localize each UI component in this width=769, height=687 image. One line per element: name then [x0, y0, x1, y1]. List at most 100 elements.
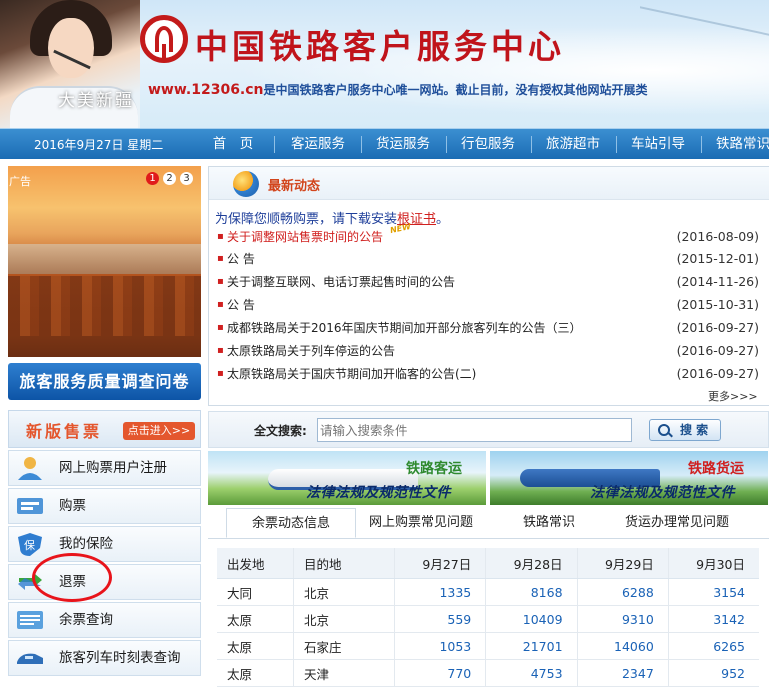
col-date-3: 9月29日 [577, 548, 669, 579]
menu-train-schedule[interactable]: 旅客列车时刻表查询 [8, 640, 201, 676]
news-item-title[interactable]: 公 告 [227, 248, 255, 270]
new-ticket-title: 新版售票 [26, 422, 103, 441]
cell-origin: 大同 [217, 578, 294, 606]
menu-label: 旅客列车时刻表查询 [59, 650, 181, 666]
notice-prefix: 为保障您顺畅购票，请下载安装 [215, 212, 398, 227]
cell-count[interactable]: 14060 [577, 632, 669, 660]
tab-remaining-ticket-info[interactable]: 余票动态信息 [226, 508, 356, 538]
search-button-label: 搜 索 [680, 423, 709, 437]
ad-banner-text: 大美新疆 [58, 91, 134, 111]
more-news-link[interactable]: 更多>>> [708, 388, 758, 404]
cell-destination: 北京 [293, 578, 395, 606]
ad-page-1[interactable]: 1 [146, 172, 159, 185]
new-ticket-panel: 新版售票 点击进入>> [8, 410, 201, 448]
cell-count[interactable]: 1335 [394, 578, 487, 606]
train-schedule-icon [17, 653, 43, 664]
cell-count[interactable]: 9310 [577, 605, 669, 633]
nav-station-guide[interactable]: 车站引导 [619, 129, 697, 159]
news-item-title[interactable]: 关于调整互联网、电话订票起售时间的公告 [227, 271, 455, 293]
table-row: 太原 石家庄 1053 21701 14060 6265 [217, 632, 759, 660]
search-input[interactable] [317, 418, 632, 442]
news-item-title[interactable]: 成都铁路局关于2016年国庆节期间加开部分旅客列车的公告（三） [227, 317, 582, 339]
news-item[interactable]: ▪ 成都铁路局关于2016年国庆节期间加开部分旅客列车的公告（三） (2016-… [217, 317, 759, 339]
remaining-tickets-icon [17, 611, 43, 629]
remaining-ticket-table: 出发地 目的地 9月27日 9月28日 9月29日 9月30日 大同 北京 13… [217, 548, 759, 687]
cell-count[interactable]: 3154 [668, 578, 759, 606]
cell-count[interactable]: 4753 [485, 659, 578, 687]
cell-destination: 石家庄 [293, 632, 395, 660]
insurance-shield-icon: 保 [18, 533, 42, 556]
news-item-date: (2015-12-01) [676, 251, 759, 266]
cell-count[interactable]: 770 [394, 659, 487, 687]
passenger-law-banner[interactable]: 铁路客运 法律法规及规范性文件 [208, 451, 486, 505]
cell-count[interactable]: 3142 [668, 605, 759, 633]
table-row: 太原 天津 770 4753 2347 952 [217, 659, 759, 687]
ad-page-2[interactable]: 2 [163, 172, 176, 185]
cell-count[interactable]: 559 [394, 605, 487, 633]
news-item-date: (2016-08-09) [676, 229, 759, 244]
cell-count[interactable]: 952 [668, 659, 759, 687]
news-item[interactable]: ▪ 公 告 (2015-12-01) [217, 248, 759, 270]
survey-button[interactable]: 旅客服务质量调查问卷 [8, 363, 201, 400]
ad-tag: 广告 [9, 175, 31, 188]
news-item[interactable]: ▪ 关于调整互联网、电话订票起售时间的公告 (2014-11-26) [217, 271, 759, 293]
user-register-icon [18, 457, 42, 480]
cell-count[interactable]: 6288 [577, 578, 669, 606]
banner-title: 铁路货运 [688, 461, 744, 477]
root-cert-notice: 为保障您顺畅购票，请下载安装根证书。 [215, 208, 449, 227]
url-notice-text: 是中国铁路客户服务中心唯一网站。截止目前，没有授权其他网站开展类 [263, 83, 648, 97]
news-item[interactable]: ▪ 关于调整网站售票时间的公告 (2016-08-09) [217, 226, 759, 248]
news-item-title[interactable]: 关于调整网站售票时间的公告 [227, 226, 383, 248]
news-item-date: (2016-09-27) [676, 343, 759, 358]
news-item-title[interactable]: 太原铁路局关于国庆节期间加开临客的公告(二) [227, 363, 476, 385]
freight-law-banner[interactable]: 铁路货运 法律法规及规范性文件 [490, 451, 768, 505]
menu-remaining-tickets[interactable]: 余票查询 [8, 602, 201, 638]
cell-destination: 北京 [293, 605, 395, 633]
ad-page-3[interactable]: 3 [180, 172, 193, 185]
ticket-icon [17, 498, 43, 514]
menu-buy-ticket[interactable]: 购票 [8, 488, 201, 524]
refund-annotation-circle [32, 553, 112, 602]
nav-railway-knowledge[interactable]: 铁路常识 [704, 129, 769, 159]
cell-count[interactable]: 1053 [394, 632, 487, 660]
news-item[interactable]: ▪ 公 告 (2015-10-31) [217, 294, 759, 316]
tab-freight-faq[interactable]: 货运办理常见问题 [612, 508, 742, 538]
tab-online-faq[interactable]: 网上购票常见问题 [358, 508, 484, 538]
cell-count[interactable]: 2347 [577, 659, 669, 687]
menu-my-insurance[interactable]: 保 我的保险 [8, 526, 201, 562]
news-item[interactable]: ▪ 太原铁路局关于国庆节期间加开临客的公告(二) (2016-09-27) [217, 363, 759, 385]
search-label: 全文搜索: [254, 424, 307, 438]
news-item-date: (2016-09-27) [676, 366, 759, 381]
svg-text:保: 保 [24, 538, 35, 552]
cell-destination: 天津 [293, 659, 395, 687]
news-item[interactable]: ▪ 太原铁路局关于列车停运的公告 (2016-09-27) [217, 340, 759, 362]
nav-travel-market[interactable]: 旅游超市 [534, 129, 612, 159]
col-destination: 目的地 [293, 548, 395, 579]
news-item-title[interactable]: 公 告 [227, 294, 255, 316]
tab-railway-knowledge[interactable]: 铁路常识 [505, 508, 593, 538]
cell-count[interactable]: 8168 [485, 578, 578, 606]
railway-logo-icon[interactable] [140, 15, 188, 63]
nav-parcel-service[interactable]: 行包服务 [449, 129, 527, 159]
news-item-title[interactable]: 太原铁路局关于列车停运的公告 [227, 340, 395, 362]
main-nav-bar: 2016年9月27日 星期二 首 页 客运服务 货运服务 行包服务 旅游超市 车… [0, 128, 769, 159]
nav-freight-service[interactable]: 货运服务 [364, 129, 442, 159]
menu-user-register[interactable]: 网上购票用户注册 [8, 450, 201, 486]
cell-count[interactable]: 10409 [485, 605, 578, 633]
cell-origin: 太原 [217, 605, 294, 633]
enter-new-ticket-button[interactable]: 点击进入>> [123, 422, 195, 440]
table-header-row: 出发地 目的地 9月27日 9月28日 9月29日 9月30日 [217, 548, 759, 579]
col-date-1: 9月27日 [394, 548, 487, 579]
cell-count[interactable]: 6265 [668, 632, 759, 660]
site-title: 中国铁路客户服务中心 [195, 27, 565, 66]
ad-banner[interactable] [8, 166, 201, 357]
cell-count[interactable]: 21701 [485, 632, 578, 660]
news-title: 最新动态 [268, 179, 321, 194]
nav-passenger-service[interactable]: 客运服务 [279, 129, 357, 159]
news-item-date: (2016-09-27) [676, 320, 759, 335]
col-date-4: 9月30日 [668, 548, 759, 579]
search-button[interactable]: 搜 索 [649, 419, 721, 441]
banner-title: 铁路客运 [406, 461, 462, 477]
nav-home[interactable]: 首 页 [198, 129, 268, 159]
site-url[interactable]: www.12306.cn [148, 82, 264, 98]
